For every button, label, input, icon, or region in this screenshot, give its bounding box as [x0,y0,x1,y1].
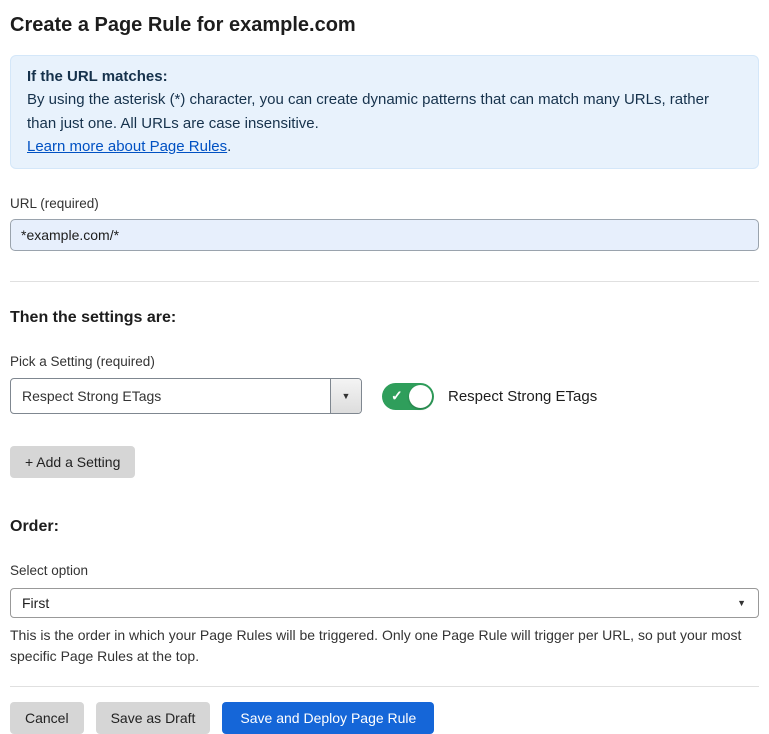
page-rule-form: Create a Page Rule for example.com If th… [0,0,769,734]
settings-heading: Then the settings are: [10,309,759,327]
setting-row: Respect Strong ETags ▼ ✓ Respect Strong … [10,378,759,414]
actions-divider [10,686,759,687]
setting-select-value: Respect Strong ETags [11,379,330,413]
caret-down-icon: ▼ [737,599,746,608]
caret-down-icon: ▼ [342,392,351,401]
order-help-text: This is the order in which your Page Rul… [10,625,755,667]
learn-more-link[interactable]: Learn more about Page Rules [27,138,227,155]
url-label: URL (required) [10,196,759,211]
save-draft-button[interactable]: Save as Draft [96,702,211,734]
action-buttons: Cancel Save as Draft Save and Deploy Pag… [10,702,759,734]
order-select-label: Select option [10,563,759,578]
info-box-body: By using the asterisk (*) character, you… [27,88,742,135]
page-title: Create a Page Rule for example.com [10,14,759,37]
order-select-value: First [22,595,737,611]
etags-toggle[interactable]: ✓ [382,383,434,410]
url-match-info-box: If the URL matches: By using the asteris… [10,55,759,169]
setting-select[interactable]: Respect Strong ETags ▼ [10,378,362,414]
save-deploy-button[interactable]: Save and Deploy Page Rule [222,702,434,734]
url-input[interactable] [10,219,759,251]
pick-setting-label: Pick a Setting (required) [10,354,759,369]
section-divider [10,281,759,282]
toggle-label: Respect Strong ETags [448,388,597,405]
order-heading: Order: [10,518,759,536]
check-icon: ✓ [391,389,403,403]
toggle-knob [409,385,432,408]
add-setting-button[interactable]: + Add a Setting [10,446,135,478]
info-box-link-line: Learn more about Page Rules. [27,135,742,158]
info-box-heading: If the URL matches: [27,65,742,88]
order-select[interactable]: First ▼ [10,588,759,618]
setting-select-caret-button[interactable]: ▼ [330,379,361,413]
link-period: . [227,138,231,155]
cancel-button[interactable]: Cancel [10,702,84,734]
